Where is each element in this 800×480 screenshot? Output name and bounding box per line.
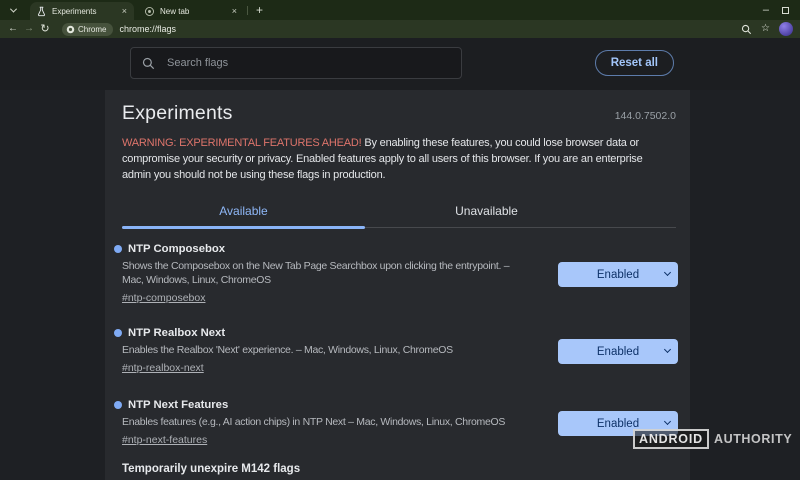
tab-separator	[247, 6, 248, 15]
chevron-down-icon	[9, 5, 16, 12]
version-number: 144.0.7502.0	[615, 110, 676, 125]
flag-name: NTP Next Features	[128, 399, 228, 411]
flag-permalink[interactable]: #ntp-realbox-next	[122, 362, 204, 374]
flag-state-dropdown[interactable]: Enabled	[558, 339, 678, 364]
zoom-icon[interactable]	[741, 24, 752, 35]
flag-info: NTP Composebox Shows the Composebox on t…	[122, 243, 558, 306]
flag-name: NTP Realbox Next	[128, 327, 225, 339]
new-tab-button[interactable]: +	[251, 4, 268, 16]
chip-label: Chrome	[78, 25, 106, 34]
minimize-icon[interactable]: –	[763, 5, 769, 16]
chevron-down-icon	[664, 346, 671, 353]
flags-header-band: Reset all	[0, 38, 800, 90]
flag-description: Shows the Composebox on the New Tab Page…	[122, 259, 522, 287]
reset-all-button[interactable]: Reset all	[595, 50, 674, 76]
close-icon[interactable]: ×	[121, 7, 128, 16]
chevron-down-icon	[664, 269, 671, 276]
flag-info: NTP Realbox Next Enables the Realbox 'Ne…	[122, 327, 558, 376]
bookmark-star-icon[interactable]: ☆	[761, 24, 770, 34]
tab-search-button[interactable]	[5, 3, 21, 17]
url-text[interactable]: chrome://flags	[119, 24, 176, 34]
flask-icon	[36, 6, 47, 17]
flag-row-ntp-next-features: NTP Next Features Enables features (e.g.…	[122, 399, 678, 448]
flag-state-value: Enabled	[597, 269, 639, 281]
toolbar-right: ☆	[741, 22, 796, 36]
flag-row-ntp-realbox-next: NTP Realbox Next Enables the Realbox 'Ne…	[122, 327, 678, 376]
flag-title-row: NTP Composebox	[114, 243, 558, 255]
tab-bar: Experiments × New tab × + –	[0, 0, 800, 20]
flag-state-dropdown[interactable]: Enabled	[558, 262, 678, 287]
forward-icon[interactable]: →	[21, 24, 37, 34]
android-authority-watermark: ANDROID AUTHORITY	[633, 429, 792, 449]
warning-text: WARNING: EXPERIMENTAL FEATURES AHEAD! By…	[122, 135, 690, 183]
search-flags-box[interactable]	[130, 47, 462, 79]
modified-dot-icon	[114, 329, 122, 337]
tab-unavailable[interactable]: Unavailable	[365, 204, 608, 218]
section-title-unexpire: Temporarily unexpire M142 flags	[122, 463, 676, 475]
tab-title: New tab	[160, 7, 231, 16]
browser-toolbar: ← → ↻ Chrome chrome://flags ☆	[0, 20, 800, 38]
modified-dot-icon	[114, 401, 122, 409]
watermark-text: AUTHORITY	[714, 432, 792, 446]
back-icon[interactable]: ←	[5, 24, 21, 34]
flag-description: Enables the Realbox 'Next' experience. –…	[122, 343, 552, 357]
chrome-logo-icon	[66, 25, 75, 34]
globe-icon	[144, 6, 155, 17]
flag-description: Enables features (e.g., AI action chips)…	[122, 415, 552, 429]
flag-name: NTP Composebox	[128, 243, 225, 255]
flag-permalink[interactable]: #ntp-composebox	[122, 292, 205, 304]
flag-state-value: Enabled	[597, 346, 639, 358]
search-input[interactable]	[165, 56, 450, 70]
flag-info: NTP Next Features Enables features (e.g.…	[122, 399, 558, 448]
flags-content: Experiments 144.0.7502.0 WARNING: EXPERI…	[105, 90, 690, 480]
flag-title-row: NTP Realbox Next	[114, 327, 558, 339]
availability-tabs: Available Unavailable	[122, 196, 676, 228]
chevron-down-icon	[664, 418, 671, 425]
search-icon	[142, 57, 155, 70]
browser-tab-experiments[interactable]: Experiments ×	[30, 2, 134, 20]
modified-dot-icon	[114, 245, 122, 253]
active-tab-indicator	[122, 226, 365, 229]
tab-available[interactable]: Available	[122, 204, 365, 218]
maximize-icon[interactable]	[782, 7, 789, 14]
close-icon[interactable]: ×	[231, 7, 238, 16]
flag-permalink[interactable]: #ntp-next-features	[122, 434, 207, 446]
flags-page: Experiments 144.0.7502.0 WARNING: EXPERI…	[0, 90, 800, 480]
profile-avatar[interactable]	[779, 22, 793, 36]
page-title: Experiments	[122, 102, 233, 125]
warning-highlight: WARNING: EXPERIMENTAL FEATURES AHEAD!	[122, 137, 362, 149]
warning-line3: admin you should not be using these flag…	[122, 167, 690, 183]
browser-tab-newtab[interactable]: New tab ×	[138, 2, 244, 20]
watermark-badge: ANDROID	[633, 429, 709, 449]
flag-row-ntp-composebox: NTP Composebox Shows the Composebox on t…	[122, 243, 678, 306]
warning-line1: By enabling these features, you could lo…	[364, 137, 639, 149]
flag-state-value: Enabled	[597, 418, 639, 430]
page-header: Experiments 144.0.7502.0	[122, 102, 676, 125]
site-info-chip[interactable]: Chrome	[62, 23, 113, 36]
tab-title: Experiments	[52, 7, 121, 16]
window-controls: –	[763, 5, 800, 16]
reload-icon[interactable]: ↻	[37, 24, 53, 35]
warning-line2: compromise your security or privacy. Ena…	[122, 151, 690, 167]
flag-title-row: NTP Next Features	[114, 399, 558, 411]
browser-window: Experiments × New tab × + – ← → ↻	[0, 0, 800, 480]
